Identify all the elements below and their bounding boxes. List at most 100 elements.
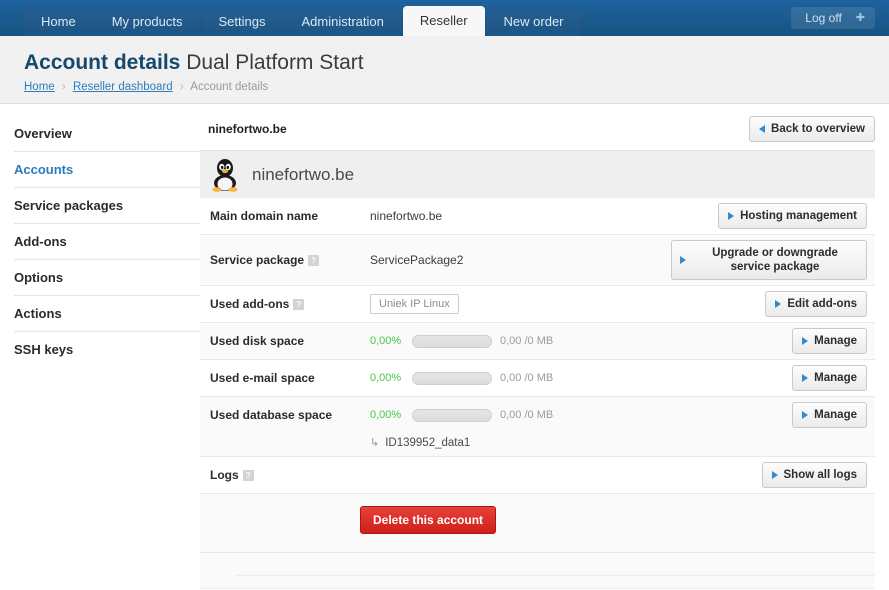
- footer-divider: [235, 575, 875, 576]
- sidebar-item-overview[interactable]: Overview: [14, 116, 200, 152]
- top-navigation-bar: Home My products Settings Administration…: [0, 0, 889, 36]
- breadcrumb-separator: ›: [61, 81, 66, 93]
- manage-label: Manage: [814, 409, 857, 421]
- page-title: Account details Dual Platform Start: [24, 50, 889, 76]
- usage-percent: 0,00%: [370, 372, 402, 384]
- manage-label: Manage: [814, 335, 857, 347]
- manage-email-space-button[interactable]: Manage: [792, 365, 867, 391]
- chevron-right-icon: [775, 300, 782, 308]
- banner-domain: ninefortwo.be: [252, 164, 355, 184]
- table-row: Service package ? ServicePackage2 Upgrad…: [200, 235, 875, 286]
- usage-percent: 0,00%: [370, 335, 402, 347]
- addon-tag: Uniek IP Linux: [370, 294, 459, 314]
- usage-percent: 0,00%: [370, 409, 402, 421]
- tab-settings[interactable]: Settings: [201, 7, 283, 36]
- row-value: 0,00% 0,00 /0 MB: [370, 408, 792, 422]
- row-label-text: Used database space: [210, 408, 333, 422]
- chevron-right-icon: [771, 471, 778, 479]
- manage-database-space-button[interactable]: Manage: [792, 402, 867, 428]
- usage-meter: 0,00% 0,00 /0 MB: [370, 334, 554, 348]
- sidebar-item-options[interactable]: Options: [14, 260, 200, 296]
- manage-label: Manage: [814, 372, 857, 384]
- sub-arrow-icon: ↳: [370, 437, 380, 449]
- details-table: ninefortwo.be Main domain name ninefortw…: [200, 150, 875, 589]
- usage-meter: 0,00% 0,00 /0 MB: [370, 408, 554, 422]
- sidebar-item-service-packages[interactable]: Service packages: [14, 188, 200, 224]
- usage-amount: 0,00 /0 MB: [500, 335, 554, 347]
- hosting-management-button[interactable]: Hosting management: [718, 203, 867, 229]
- row-label-text: Service package: [210, 253, 305, 267]
- row-label: Logs ?: [210, 468, 370, 482]
- row-value: 0,00% 0,00 /0 MB: [370, 334, 792, 348]
- chevron-left-icon: [759, 125, 766, 133]
- row-label: Used disk space: [210, 334, 370, 348]
- edit-add-ons-button[interactable]: Edit add-ons: [765, 291, 867, 317]
- back-to-overview-button[interactable]: Back to overview: [749, 116, 875, 142]
- tab-my-products[interactable]: My products: [94, 7, 200, 36]
- manage-disk-space-button[interactable]: Manage: [792, 328, 867, 354]
- account-name: ninefortwo.be: [208, 122, 287, 136]
- chevron-right-icon: [680, 256, 686, 264]
- help-icon[interactable]: ?: [242, 469, 254, 481]
- sidebar-item-ssh-keys[interactable]: SSH keys: [14, 332, 200, 367]
- chevron-right-icon: [802, 374, 809, 382]
- usage-meter: 0,00% 0,00 /0 MB: [370, 371, 553, 385]
- table-row: Used e-mail space 0,00% 0,00 /0 MB Manag…: [200, 360, 875, 397]
- usage-amount: 0,00 /0 MB: [500, 409, 554, 421]
- row-actions: Upgrade or downgrade service package: [671, 240, 867, 280]
- row-label: Used database space: [210, 408, 370, 422]
- row-actions: Edit add-ons: [765, 291, 867, 317]
- help-icon[interactable]: ?: [308, 254, 320, 266]
- log-off-label: Log off: [805, 11, 842, 25]
- edit-add-ons-label: Edit add-ons: [787, 298, 857, 310]
- sidebar-item-accounts[interactable]: Accounts: [14, 152, 200, 188]
- show-all-logs-button[interactable]: Show all logs: [761, 462, 867, 488]
- row-actions: Manage: [792, 328, 867, 354]
- page-title-sub: Dual Platform Start: [186, 51, 364, 74]
- tab-administration[interactable]: Administration: [284, 7, 401, 36]
- breadcrumb-item-current: Account details: [190, 81, 269, 93]
- breadcrumb-separator: ›: [179, 81, 184, 93]
- back-to-overview-label: Back to overview: [771, 123, 865, 135]
- row-label: Used add-ons ?: [210, 297, 370, 311]
- row-label-text: Used add-ons: [210, 297, 290, 311]
- breadcrumb-item-home[interactable]: Home: [24, 81, 55, 93]
- chevron-right-icon: [728, 212, 735, 220]
- table-row: Main domain name ninefortwo.be Hosting m…: [200, 198, 875, 235]
- row-label-text: Main domain name: [210, 209, 319, 223]
- row-value: ServicePackage2: [370, 253, 464, 267]
- log-off-button[interactable]: Log off ✚: [791, 7, 875, 29]
- show-all-logs-label: Show all logs: [783, 469, 857, 481]
- page-title-main: Account details: [24, 51, 181, 74]
- linux-penguin-icon: [210, 158, 240, 192]
- row-label: Service package ?: [210, 253, 370, 267]
- breadcrumb: Home › Reseller dashboard › Account deta…: [24, 81, 889, 93]
- delete-account-button[interactable]: Delete this account: [360, 506, 497, 534]
- upgrade-downgrade-label: Upgrade or downgrade service package: [712, 247, 838, 273]
- sidebar-item-add-ons[interactable]: Add-ons: [14, 224, 200, 260]
- progress-bar: [412, 371, 492, 385]
- tab-new-order[interactable]: New order: [486, 7, 581, 36]
- upgrade-downgrade-service-package-button[interactable]: Upgrade or downgrade service package: [671, 240, 867, 280]
- panel-header: ninefortwo.be Back to overview: [200, 116, 875, 150]
- row-label-text: Logs: [210, 468, 239, 482]
- help-icon[interactable]: ?: [293, 298, 305, 310]
- row-value: ninefortwo.be: [370, 209, 443, 223]
- panel-footer-spacer: [200, 553, 875, 589]
- tab-home[interactable]: Home: [24, 7, 93, 36]
- account-banner: ninefortwo.be: [200, 151, 875, 198]
- sidebar-item-actions[interactable]: Actions: [14, 296, 200, 332]
- breadcrumb-item-reseller-dashboard[interactable]: Reseller dashboard: [73, 81, 173, 93]
- row-actions: Hosting management: [718, 203, 867, 229]
- sidebar: Overview Accounts Service packages Add-o…: [0, 116, 200, 589]
- tab-reseller[interactable]: Reseller: [402, 6, 485, 36]
- progress-bar: [412, 334, 492, 348]
- content-area: Overview Accounts Service packages Add-o…: [0, 104, 889, 589]
- row-actions: Manage: [792, 402, 867, 428]
- table-row: Logs ? Show all logs: [200, 457, 875, 494]
- chevron-right-icon: [802, 411, 809, 419]
- row-label: Main domain name: [210, 209, 370, 223]
- row-actions: Show all logs: [761, 462, 867, 488]
- row-label-text: Used disk space: [210, 334, 305, 348]
- database-name: ID139952_data1: [385, 436, 471, 449]
